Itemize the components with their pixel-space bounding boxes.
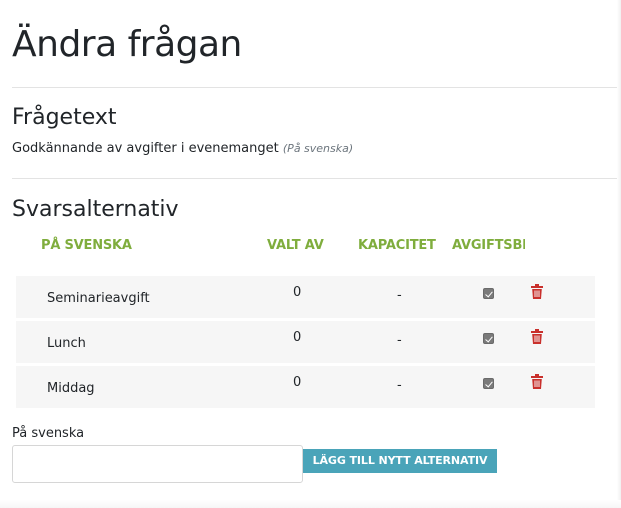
column-header-fee: AVGIFTSBELAGD	[452, 238, 525, 253]
column-header-selected-by: VALT AV	[267, 238, 324, 253]
table-row: Lunch 0 -	[16, 321, 595, 363]
trash-icon[interactable]	[531, 374, 543, 389]
new-option-label: På svenska	[12, 426, 85, 441]
checkbox-checked-icon[interactable]	[483, 333, 494, 344]
question-text: Godkännande av avgifter i evenemanget (P…	[12, 139, 353, 159]
option-capacity: -	[397, 378, 402, 393]
checkbox-checked-icon[interactable]	[483, 288, 494, 299]
page-bottom-edge	[0, 500, 621, 508]
column-header-name: PÅ SVENSKA	[41, 238, 132, 253]
page-title: Ändra frågan	[12, 24, 242, 65]
edit-question-page: Ändra frågan Frågetext Godkännande av av…	[0, 0, 621, 508]
checkbox-checked-icon[interactable]	[483, 378, 494, 389]
divider	[12, 178, 617, 179]
table-row: Middag 0 -	[16, 366, 595, 408]
table-row: Seminarieavgift 0 -	[16, 276, 595, 318]
question-text-heading: Frågetext	[12, 105, 117, 130]
option-name[interactable]: Seminarieavgift	[47, 290, 150, 308]
page-edge	[617, 0, 621, 508]
option-selected-count: 0	[293, 330, 302, 345]
option-name[interactable]: Lunch	[47, 335, 86, 353]
option-name[interactable]: Middag	[47, 380, 95, 398]
add-option-button[interactable]: LÄGG TILL NYTT ALTERNATIV	[303, 449, 497, 473]
new-option-input[interactable]	[12, 445, 303, 483]
column-header-capacity: KAPACITET	[358, 238, 436, 253]
option-selected-count: 0	[293, 285, 302, 300]
trash-icon[interactable]	[531, 284, 543, 299]
option-capacity: -	[397, 333, 402, 348]
question-language-note: (På svenska)	[282, 142, 354, 155]
option-selected-count: 0	[293, 375, 302, 390]
option-capacity: -	[397, 288, 402, 303]
question-text-value: Godkännande av avgifter i evenemanget	[12, 141, 279, 156]
trash-icon[interactable]	[531, 329, 543, 344]
divider	[12, 87, 617, 88]
answer-options-heading: Svarsalternativ	[12, 197, 179, 222]
